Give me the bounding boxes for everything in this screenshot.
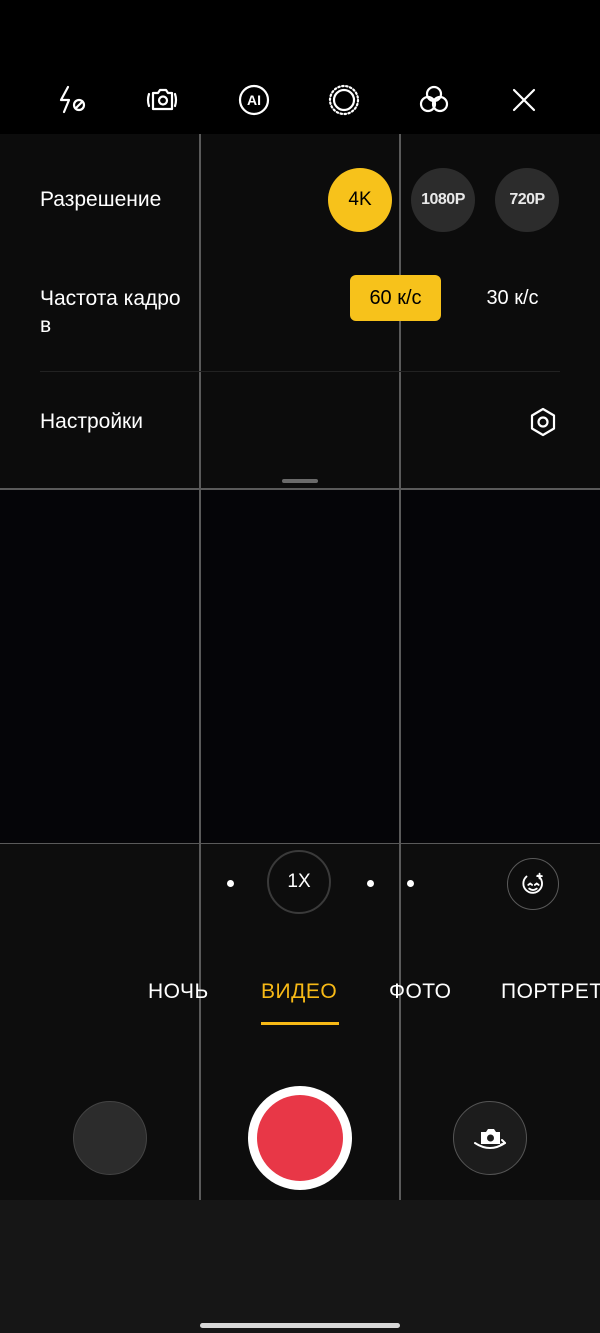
settings-label[interactable]: Настройки <box>40 408 143 435</box>
zoom-dot[interactable] <box>367 880 374 887</box>
zoom-dot[interactable] <box>227 880 234 887</box>
grid-line-horizontal <box>0 488 600 490</box>
mode-portrait[interactable]: ПОРТРЕТ <box>501 980 600 1004</box>
bottom-nav-area <box>0 1200 600 1333</box>
record-button-core <box>257 1095 343 1181</box>
live-photo-icon[interactable] <box>324 80 364 120</box>
mode-photo[interactable]: ФОТО <box>389 980 452 1004</box>
grid-line-vertical <box>399 934 401 1200</box>
panel-drag-handle[interactable] <box>282 479 318 483</box>
active-mode-underline <box>261 1022 339 1025</box>
resolution-4k-button[interactable]: 4K <box>328 168 392 232</box>
mode-night[interactable]: НОЧЬ <box>148 980 209 1004</box>
filters-icon[interactable] <box>414 80 454 120</box>
fps-60-button[interactable]: 60 к/с <box>350 275 441 321</box>
gallery-thumbnail[interactable] <box>73 1101 147 1175</box>
ai-icon-text: AI <box>247 92 261 108</box>
close-icon[interactable] <box>504 80 544 120</box>
mode-video[interactable]: ВИДЕО <box>261 980 337 1004</box>
fps-label: Частота кадро в <box>40 285 181 339</box>
settings-gear-icon[interactable] <box>527 406 559 438</box>
camera-settings-icon[interactable] <box>142 80 182 120</box>
resolution-label: Разрешение <box>40 188 162 211</box>
fps-30-button[interactable]: 30 к/с <box>467 275 558 321</box>
fps-label-line1: Частота кадро <box>40 287 181 310</box>
record-button[interactable] <box>248 1086 352 1190</box>
flash-off-icon[interactable] <box>52 80 92 120</box>
panel-divider <box>40 371 560 372</box>
switch-camera-icon[interactable] <box>453 1101 527 1175</box>
ai-icon[interactable]: AI <box>234 80 274 120</box>
zoom-dot[interactable] <box>407 880 414 887</box>
face-beauty-icon[interactable] <box>507 858 559 910</box>
fps-label-line2: в <box>40 314 52 337</box>
resolution-720p-button[interactable]: 720P <box>495 168 559 232</box>
grid-line-vertical <box>199 934 201 1200</box>
viewfinder <box>0 490 600 844</box>
home-indicator[interactable] <box>200 1323 400 1328</box>
zoom-button[interactable]: 1X <box>267 850 331 914</box>
resolution-1080p-button[interactable]: 1080P <box>411 168 475 232</box>
